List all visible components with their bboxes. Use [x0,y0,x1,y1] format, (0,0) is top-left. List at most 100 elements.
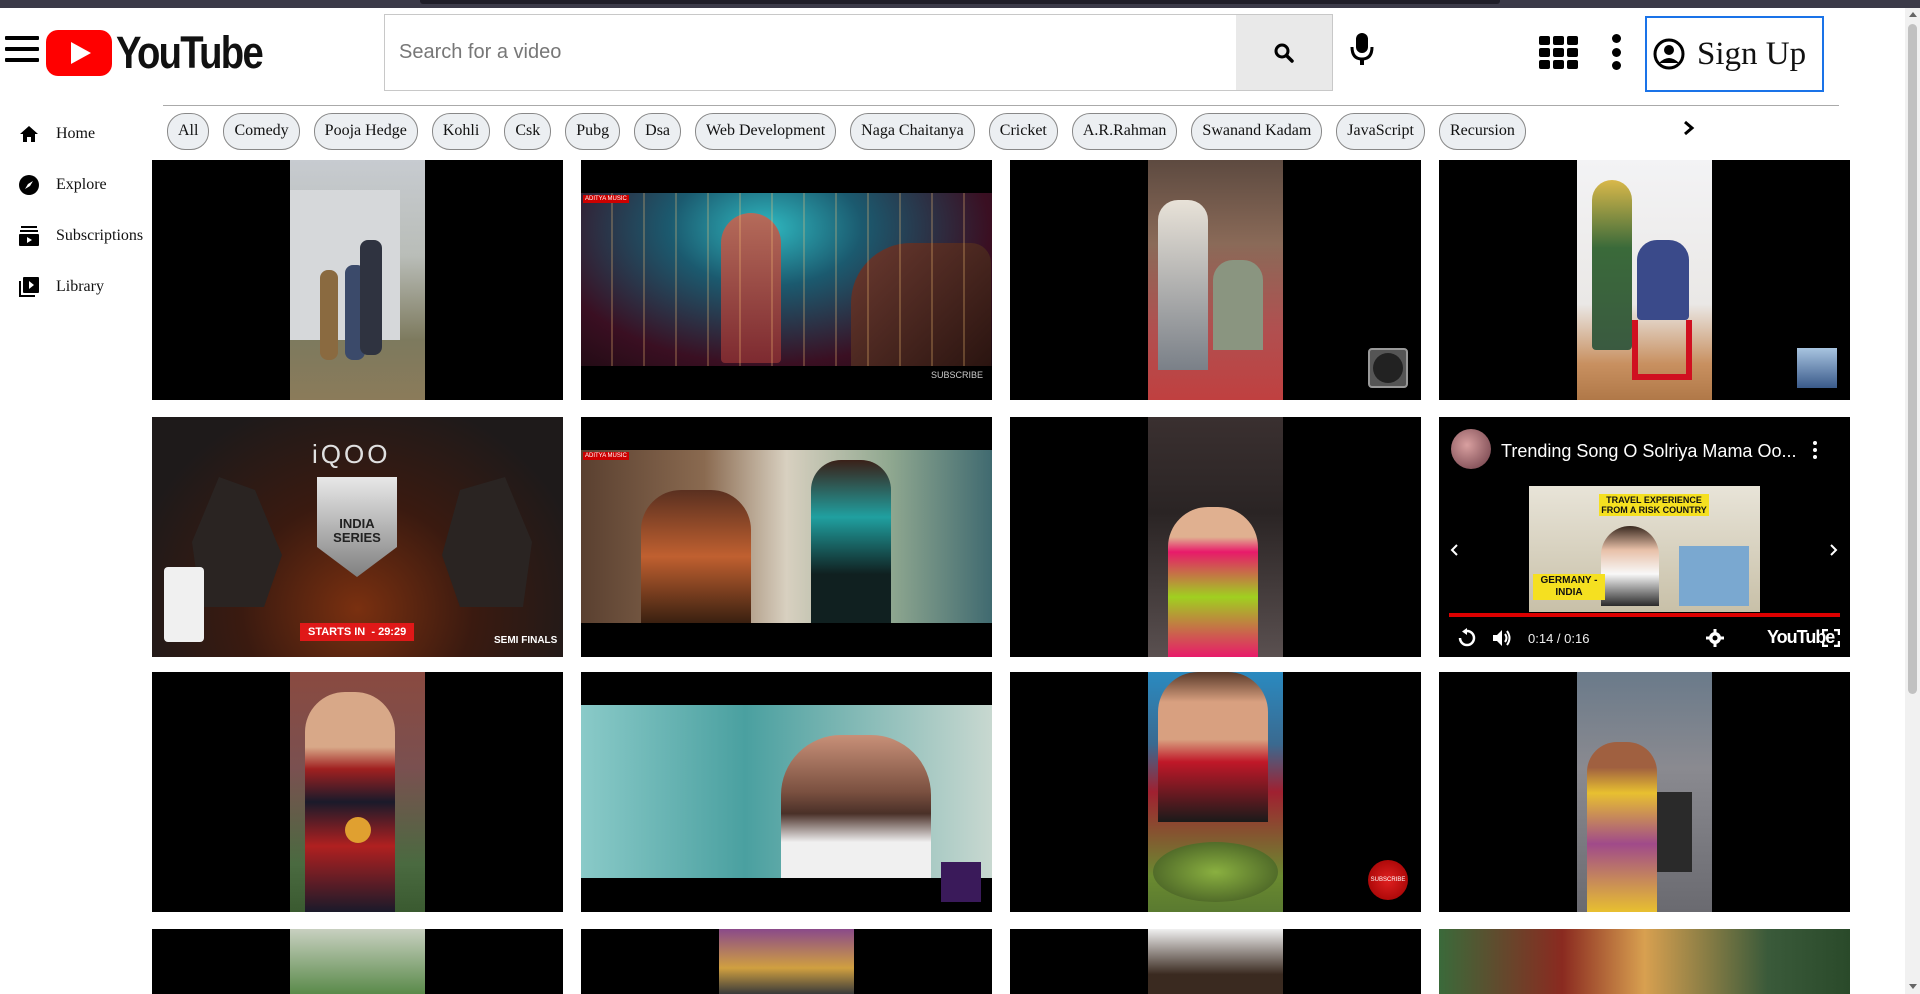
video-thumbnail [290,929,425,994]
video-thumbnail [290,160,425,400]
video-thumbnail [1148,417,1283,657]
subscribe-badge[interactable]: SUBSCRIBE [1368,860,1408,900]
channel-avatar [1451,429,1491,469]
video-card-7[interactable] [1010,417,1421,657]
chevron-right-icon[interactable] [1829,543,1839,562]
video-card-15[interactable] [1010,929,1421,994]
menu-icon[interactable] [5,36,39,68]
video-thumbnail [1148,929,1283,994]
video-thumbnail [1577,160,1712,400]
sidebar-item-label: Subscriptions [56,226,144,244]
more-options-icon[interactable] [1610,34,1622,70]
chip-pooja-hedge[interactable]: Pooja Hedge [313,112,418,150]
video-thumbnail [1439,929,1850,994]
sidebar: Home Explore Subscriptions Library [0,108,150,312]
player-progress-bar[interactable] [1449,613,1840,617]
chip-naga-chaitanya[interactable]: Naga Chaitanya [850,112,975,150]
search-icon [1274,43,1294,63]
microphone-icon[interactable] [1350,32,1374,68]
thumbnail-caption: GERMANY - INDIA [1533,574,1605,600]
sidebar-item-subscriptions[interactable]: Subscriptions [0,210,150,261]
video-thumbnail [1148,672,1283,912]
search-input[interactable] [385,15,1236,90]
video-card-8-player[interactable]: Trending Song O Solriya Mama Oo... TRAVE… [1439,417,1850,657]
video-card-11[interactable]: SUBSCRIBE [1010,672,1421,912]
subscribe-watermark: SUBSCRIBE [931,370,984,380]
replay-icon[interactable] [1457,628,1477,653]
fullscreen-icon[interactable] [1821,628,1841,652]
category-chips: All Comedy Pooja Hedge Kohli Csk Pubg Ds… [167,112,1540,150]
video-card-5[interactable]: iQOO INDIA SERIES STARTS IN - 29:29 SEMI… [152,417,563,657]
video-card-6[interactable]: ADITYA MUSIC [581,417,992,657]
video-card-13[interactable] [152,929,563,994]
thumbnail-caption: TRAVEL EXPERIENCE FROM A RISK COUNTRY [1599,494,1709,516]
sidebar-item-explore[interactable]: Explore [0,159,150,210]
channel-badge: ADITYA MUSIC [583,195,629,203]
chip-ar-rahman[interactable]: A.R.Rahman [1071,112,1178,150]
header-divider [163,105,1839,106]
sidebar-item-home[interactable]: Home [0,108,150,159]
video-card-9[interactable] [152,672,563,912]
sign-up-label: Sign Up [1697,35,1807,72]
sign-up-button[interactable]: Sign Up [1645,16,1824,92]
settings-icon[interactable] [1706,629,1724,652]
chip-pubg[interactable]: Pubg [565,112,621,150]
video-title: Trending Song O Solriya Mama Oo... [1501,441,1797,461]
more-options-icon[interactable] [1813,441,1819,459]
video-thumbnail: TRAVEL EXPERIENCE FROM A RISK COUNTRY GE… [1529,486,1760,612]
video-card-12[interactable] [1439,672,1850,912]
library-icon [19,276,39,297]
youtube-logo[interactable]: YouTube [46,27,288,78]
series-badge: INDIA SERIES [333,516,381,545]
chip-kohli[interactable]: Kohli [431,112,491,150]
chip-all[interactable]: All [167,112,210,150]
player-time: 0:14 / 0:16 [1528,631,1590,646]
logo-text: YouTube [116,27,264,78]
video-card-16[interactable] [1439,929,1850,994]
chevron-right-icon[interactable] [1679,116,1699,140]
video-card-2[interactable]: ADITYA MUSIC SUBSCRIBE [581,160,992,400]
brand-logo: iQOO [312,439,391,469]
video-thumbnail: ADITYA MUSIC [581,450,992,623]
chip-csk[interactable]: Csk [504,112,552,150]
search-button[interactable] [1236,15,1332,90]
chip-web-development[interactable]: Web Development [695,112,837,150]
chevron-left-icon[interactable] [1449,543,1459,562]
chip-comedy[interactable]: Comedy [223,112,300,150]
video-card-1[interactable] [152,160,563,400]
account-circle-icon [1653,38,1685,70]
youtube-play-icon [46,30,112,76]
browser-top-bar [0,0,1920,8]
video-card-3[interactable] [1010,160,1421,400]
stage-label: SEMI FINALS [494,635,558,646]
home-icon [20,125,38,142]
chip-swanand-kadam[interactable]: Swanand Kadam [1191,112,1323,150]
sidebar-item-label: Library [56,277,104,295]
chip-javascript[interactable]: JavaScript [1336,112,1425,150]
chip-recursion[interactable]: Recursion [1438,112,1526,150]
video-thumbnail: ADITYA MUSIC [581,193,992,366]
page-scrollbar[interactable] [1905,8,1920,994]
countdown-banner: STARTS IN - 29:29 [300,623,415,641]
header: YouTube Sign Up [0,8,1920,98]
sidebar-item-label: Home [56,124,96,142]
volume-icon[interactable] [1491,628,1513,653]
chip-cricket[interactable]: Cricket [988,112,1058,150]
video-thumbnail: iQOO INDIA SERIES STARTS IN - 29:29 SEMI… [152,417,563,657]
video-thumbnail [290,672,425,912]
sidebar-item-label: Explore [56,175,107,193]
scrollbar-thumb[interactable] [1908,24,1917,694]
compass-icon [19,174,39,195]
video-card-4[interactable] [1439,160,1850,400]
video-thumbnail [1577,672,1712,912]
apps-grid-icon[interactable] [1539,36,1579,69]
video-card-10[interactable] [581,672,992,912]
search-bar [384,14,1333,91]
sidebar-item-library[interactable]: Library [0,261,150,312]
video-card-14[interactable] [581,929,992,994]
channel-avatar [1797,348,1837,388]
chip-dsa[interactable]: Dsa [634,112,682,150]
video-thumbnail [719,929,854,994]
video-thumbnail [1148,160,1283,400]
video-thumbnail [581,705,992,878]
